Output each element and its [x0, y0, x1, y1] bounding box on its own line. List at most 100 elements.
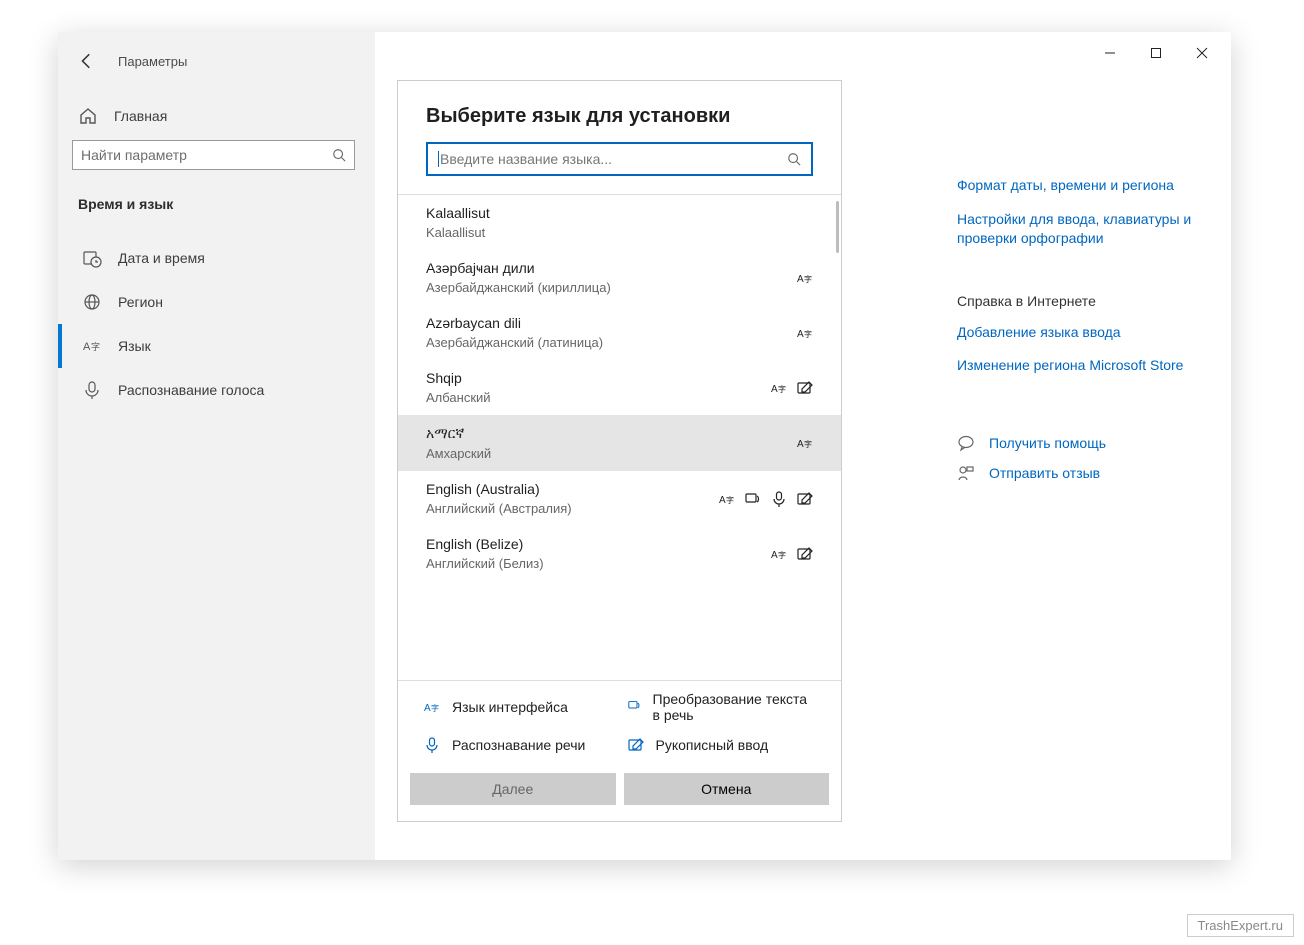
home-icon: [78, 106, 98, 126]
display-icon: A字: [719, 491, 735, 507]
display-icon: A字: [771, 546, 787, 562]
svg-text:字: 字: [778, 384, 786, 394]
speech-icon: [424, 737, 440, 753]
svg-text:字: 字: [726, 495, 734, 505]
sidebar-item-label: Регион: [118, 294, 163, 310]
svg-text:字: 字: [804, 329, 812, 339]
text-caret: [438, 151, 439, 167]
language-native-name: English (Australia): [426, 481, 572, 497]
sidebar: Параметры Главная Время и язык Дата и: [58, 32, 375, 860]
action-label: Получить помощь: [989, 435, 1106, 451]
window-controls: [1087, 38, 1225, 68]
language-localized-name: Английский (Белиз): [426, 556, 544, 571]
language-localized-name: Азербайджанский (кириллица): [426, 280, 611, 295]
language-item[interactable]: Azərbaycan diliАзербайджанский (латиница…: [398, 305, 841, 360]
legend-label: Преобразование текста в речь: [653, 691, 815, 723]
globe-icon: [82, 292, 102, 312]
speech-icon: [771, 491, 787, 507]
close-button[interactable]: [1179, 38, 1225, 68]
feedback-icon: [957, 464, 975, 482]
handwriting-icon: [797, 491, 813, 507]
language-icon: A字: [82, 336, 102, 356]
scrollbar-thumb[interactable]: [836, 201, 839, 253]
svg-text:字: 字: [778, 550, 786, 560]
display-icon: A字: [797, 435, 813, 451]
language-native-name: Kalaallisut: [426, 205, 490, 221]
help-link[interactable]: Добавление языка ввода: [957, 323, 1197, 343]
sidebar-search-input[interactable]: [81, 147, 332, 163]
related-link[interactable]: Настройки для ввода, клавиатуры и провер…: [957, 210, 1197, 249]
display-icon: A字: [797, 270, 813, 286]
handwriting-icon: [797, 546, 813, 562]
language-localized-name: Азербайджанский (латиница): [426, 335, 603, 350]
svg-text:A: A: [797, 329, 804, 340]
help-link[interactable]: Изменение региона Microsoft Store: [957, 356, 1197, 376]
svg-text:A: A: [83, 341, 91, 353]
language-item[interactable]: English (Belize) Английский (Белиз) A字: [398, 526, 841, 581]
home-label: Главная: [114, 108, 167, 124]
language-search-input[interactable]: [440, 151, 787, 167]
send-feedback-link[interactable]: Отправить отзыв: [957, 464, 1197, 482]
action-label: Отправить отзыв: [989, 465, 1100, 481]
svg-text:字: 字: [804, 439, 812, 449]
calendar-clock-icon: [82, 248, 102, 268]
legend-speech: Распознавание речи: [424, 737, 612, 753]
maximize-button[interactable]: [1133, 38, 1179, 68]
sidebar-item-label: Распознавание голоса: [118, 382, 264, 398]
legend-tts: Преобразование текста в речь: [628, 691, 816, 723]
svg-text:字: 字: [91, 341, 100, 352]
tts-icon: [745, 491, 761, 507]
language-native-name: አማርኛ: [426, 425, 491, 442]
window-title: Параметры: [118, 54, 187, 69]
language-feature-icons: A字: [771, 380, 813, 396]
language-feature-icons: A字: [797, 270, 813, 286]
language-search[interactable]: [426, 142, 813, 176]
feature-legend: A字 Язык интерфейса Преобразование текста…: [398, 681, 841, 759]
get-help-link[interactable]: Получить помощь: [957, 434, 1197, 452]
language-native-name: Shqip: [426, 370, 491, 386]
language-list[interactable]: Kalaallisut Kalaallisut Азәрбајҹан дили Азе…: [398, 195, 841, 680]
sidebar-item-speech[interactable]: Распознавание голоса: [58, 368, 375, 412]
language-localized-name: Kalaallisut: [426, 225, 490, 240]
minimize-button[interactable]: [1087, 38, 1133, 68]
language-item[interactable]: Shqip Албанский A字: [398, 360, 841, 415]
sidebar-item-label: Дата и время: [118, 250, 205, 266]
sidebar-item-label: Язык: [118, 338, 151, 354]
language-item[interactable]: አማርኛАмхарскийA字: [398, 415, 841, 471]
related-link[interactable]: Формат даты, времени и региона: [957, 176, 1197, 196]
search-icon: [332, 148, 346, 162]
legend-handwriting: Рукописный ввод: [628, 737, 816, 753]
next-button[interactable]: Далее: [410, 773, 616, 805]
chat-help-icon: [957, 434, 975, 452]
language-native-name: English (Belize): [426, 536, 544, 552]
language-localized-name: Албанский: [426, 390, 491, 405]
svg-text:A: A: [797, 274, 804, 285]
display-language-icon: A字: [424, 699, 440, 715]
cancel-button[interactable]: Отмена: [624, 773, 830, 805]
legend-label: Рукописный ввод: [656, 737, 769, 753]
legend-display: A字 Язык интерфейса: [424, 691, 612, 723]
watermark: TrashExpert.ru: [1187, 914, 1295, 937]
language-native-name: Азәрбајҹан дили: [426, 260, 611, 276]
language-item[interactable]: Kalaallisut Kalaallisut: [398, 195, 841, 250]
help-section-title: Справка в Интернете: [957, 293, 1197, 309]
back-icon[interactable]: [78, 52, 96, 70]
svg-text:字: 字: [804, 274, 812, 284]
sidebar-item-language[interactable]: A字 Язык: [58, 324, 375, 368]
sidebar-section-title: Время и язык: [58, 170, 375, 218]
language-localized-name: Английский (Австралия): [426, 501, 572, 516]
svg-text:字: 字: [431, 703, 439, 713]
language-item[interactable]: Азәрбајҹан дили Азербайджанский (кириллиц…: [398, 250, 841, 305]
language-feature-icons: A字: [719, 491, 813, 507]
handwriting-icon: [628, 737, 644, 753]
handwriting-icon: [797, 380, 813, 396]
dialog-title: Выберите язык для установки: [426, 105, 813, 128]
language-feature-icons: A字: [797, 325, 813, 341]
svg-text:A: A: [424, 703, 431, 714]
sidebar-item-date-time[interactable]: Дата и время: [58, 236, 375, 280]
language-item[interactable]: English (Australia) Английский (Австралия…: [398, 471, 841, 526]
sidebar-search[interactable]: [72, 140, 355, 170]
svg-text:A: A: [771, 384, 778, 395]
sidebar-home[interactable]: Главная: [58, 70, 375, 126]
sidebar-item-region[interactable]: Регион: [58, 280, 375, 324]
